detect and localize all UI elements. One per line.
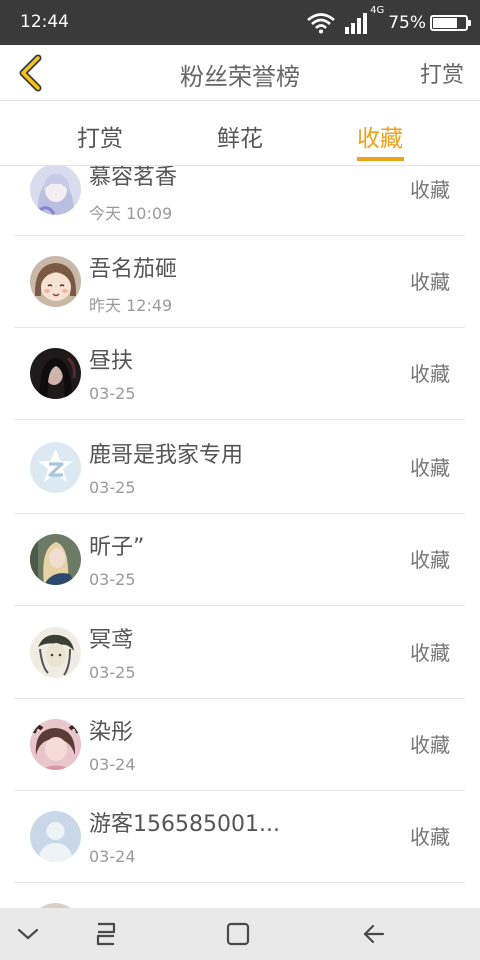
nav-recents-button[interactable] [88,908,124,960]
timestamp: 03-24 [89,755,136,774]
action-label: 收藏 [410,733,450,757]
sketch-avatar [30,627,81,678]
anime-girl-avatar [30,166,81,215]
user-name: 昼扶 [89,349,134,374]
page-title: 粉丝荣誉榜 [180,63,300,91]
list-item[interactable]: 游客156585001... 03-24 收藏 [14,791,465,883]
timestamp: 03-25 [89,384,136,403]
action-label: 收藏 [410,641,450,665]
back-arrow-icon [363,924,385,944]
nav-home-button[interactable] [220,908,256,960]
action-label: 收藏 [410,825,450,849]
status-indicators: 4G 75% [306,5,471,36]
pink-girl-avatar [30,719,81,770]
home-square-icon [226,922,250,946]
qzone-default-avatar [30,442,81,493]
default-person-avatar [30,811,81,862]
list-item[interactable]: 吾名茄砸 昨天 12:49 收藏 [14,236,465,328]
user-name: 冥鸢 [89,628,134,653]
user-name: 慕容茗香 [89,166,178,190]
action-label: 收藏 [410,270,450,294]
list-item[interactable]: 鹿哥是我家专用 03-25 收藏 [14,422,465,514]
timestamp: 03-25 [89,663,136,682]
status-time: 12:44 [20,12,69,32]
nav-back-button[interactable] [355,908,391,960]
action-label: 收藏 [410,548,450,572]
battery-fill [433,18,457,28]
timestamp: 03-24 [89,847,136,866]
list-item[interactable]: 染彤 03-24 收藏 [14,699,465,791]
system-nav-bar [0,908,480,960]
timestamp: 03-25 [89,478,136,497]
tab-favorites[interactable]: 收藏 [340,119,420,153]
app-header: 粉丝荣誉榜 打赏 [0,45,480,101]
cartoon-girl-avatar [30,256,81,307]
recent-apps-icon [96,922,116,946]
list-item[interactable]: 慕容茗香 今天 10:09 收藏 [14,166,465,236]
action-label: 收藏 [410,362,450,386]
fan-list[interactable]: 慕容茗香 今天 10:09 收藏 吾名茄砸 昨天 12:49 收藏 昼扶 03-… [0,166,480,908]
dark-portrait-avatar [30,348,81,399]
user-name: 染彤 [89,720,134,745]
nav-collapse-button[interactable] [10,908,46,960]
battery-percent: 75% [388,13,426,33]
list-item[interactable]: 冥鸢 03-25 收藏 [14,607,465,699]
tip-button[interactable]: 打赏 [420,57,464,89]
user-name: 昕子” [89,535,145,560]
action-label: 收藏 [410,178,450,202]
tab-flowers[interactable]: 鲜花 [200,119,280,153]
user-name: 吾名茄砸 [89,257,178,282]
list-item[interactable]: 昕子” 03-25 收藏 [14,514,465,606]
user-name: 鹿哥是我家专用 [89,443,244,468]
status-bar: 12:44 4G 75% [0,0,480,45]
network-type: 4G [370,5,385,16]
tab-bar: 打赏 鲜花 收藏 [0,101,480,166]
battery-icon [430,15,471,31]
action-label: 收藏 [410,456,450,480]
signal-icon: 4G [344,5,384,34]
wifi-icon [307,13,336,34]
timestamp: 今天 10:09 [89,204,173,223]
timestamp: 03-25 [89,570,136,589]
user-name: 游客156585001... [89,812,280,837]
battery-indicator: 75% [388,13,471,33]
chevron-down-icon [17,928,39,940]
timestamp: 昨天 12:49 [89,296,173,315]
list-item[interactable]: 昼扶 03-25 收藏 [14,328,465,420]
list-item-partial[interactable] [14,883,465,908]
blonde-portrait-avatar [30,534,81,585]
active-tab-indicator [357,157,404,161]
tab-tip[interactable]: 打赏 [60,119,140,153]
